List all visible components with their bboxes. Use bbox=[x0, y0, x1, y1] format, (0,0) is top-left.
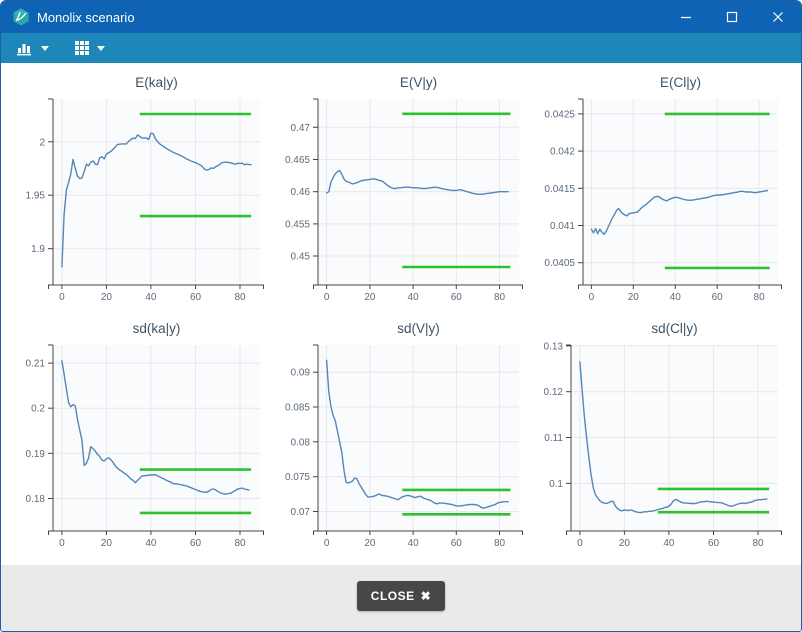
svg-text:0: 0 bbox=[577, 538, 583, 549]
svg-text:0.18: 0.18 bbox=[25, 494, 45, 505]
svg-text:0: 0 bbox=[59, 292, 65, 303]
svg-text:60: 60 bbox=[190, 292, 202, 303]
svg-text:60: 60 bbox=[451, 538, 463, 549]
monolix-logo-icon bbox=[12, 8, 30, 26]
svg-text:E(V|y): E(V|y) bbox=[400, 75, 437, 90]
monolix-scenario-window: Monolix scenario bbox=[0, 0, 802, 632]
svg-text:0.455: 0.455 bbox=[285, 219, 310, 230]
svg-text:0.11: 0.11 bbox=[545, 433, 564, 444]
svg-text:1.9: 1.9 bbox=[31, 244, 45, 255]
maximize-icon bbox=[726, 11, 738, 23]
svg-text:E(ka|y): E(ka|y) bbox=[135, 75, 178, 90]
chart-sd-ka[interactable]: 0.18 0.19 0.2 0.21 0 20 40 60 80 sd(ka|y) bbox=[16, 319, 268, 557]
svg-text:sd(V|y): sd(V|y) bbox=[397, 321, 440, 336]
svg-text:0.2: 0.2 bbox=[31, 404, 45, 415]
svg-text:80: 80 bbox=[234, 538, 246, 549]
bar-chart-icon bbox=[17, 41, 34, 56]
charts-grid: 1.91.952020406080E(ka|y) 0.450.4550.460.… bbox=[1, 63, 801, 565]
svg-text:0.45: 0.45 bbox=[291, 252, 311, 263]
svg-text:60: 60 bbox=[190, 538, 202, 549]
chart-e-ka[interactable]: 1.91.952020406080E(ka|y) bbox=[16, 73, 268, 311]
window-title: Monolix scenario bbox=[37, 10, 663, 25]
svg-text:0.19: 0.19 bbox=[25, 449, 45, 460]
svg-text:80: 80 bbox=[234, 292, 246, 303]
svg-text:sd(Cl|y): sd(Cl|y) bbox=[652, 321, 698, 336]
minimize-icon bbox=[680, 11, 692, 23]
svg-text:20: 20 bbox=[100, 292, 112, 303]
close-x-icon: ✖ bbox=[421, 589, 432, 603]
maximize-button[interactable] bbox=[709, 1, 755, 33]
svg-text:40: 40 bbox=[145, 292, 157, 303]
chart-sd-cl[interactable]: 0.1 0.11 0.12 0.13 0 20 40 60 80 sd(Cl|y) bbox=[534, 319, 786, 557]
svg-text:0.09: 0.09 bbox=[291, 368, 311, 379]
chart-canvas[interactable]: 0.45 0.455 0.46 0.465 0.47 0 20 40 60 80 E(V|y) bbox=[275, 73, 527, 311]
close-button[interactable]: CLOSE ✖ bbox=[357, 581, 445, 611]
svg-text:40: 40 bbox=[664, 538, 676, 549]
svg-text:20: 20 bbox=[100, 538, 112, 549]
svg-text:20: 20 bbox=[364, 538, 376, 549]
svg-text:0: 0 bbox=[324, 292, 330, 303]
chart-e-v[interactable]: 0.45 0.455 0.46 0.465 0.47 0 20 40 60 80 E(V|y) bbox=[275, 73, 527, 311]
chart-canvas[interactable]: 0.1 0.11 0.12 0.13 0 20 40 60 80 sd(Cl|y) bbox=[534, 319, 786, 557]
svg-text:80: 80 bbox=[494, 538, 506, 549]
chart-sd-v[interactable]: 0.07 0.075 0.08 0.085 0.09 0 20 40 60 80 sd(V|y) bbox=[275, 319, 527, 557]
close-window-button[interactable] bbox=[755, 1, 801, 33]
svg-text:40: 40 bbox=[670, 292, 682, 303]
svg-text:60: 60 bbox=[451, 292, 463, 303]
svg-text:20: 20 bbox=[628, 292, 640, 303]
svg-text:0.13: 0.13 bbox=[544, 341, 564, 352]
svg-text:0.042: 0.042 bbox=[550, 147, 575, 158]
svg-text:0: 0 bbox=[589, 292, 595, 303]
svg-text:0.21: 0.21 bbox=[25, 359, 45, 370]
svg-text:0.0425: 0.0425 bbox=[545, 109, 576, 120]
close-button-label: CLOSE bbox=[371, 589, 415, 603]
chart-canvas[interactable]: 0.18 0.19 0.2 0.21 0 20 40 60 80 sd(ka|y) bbox=[16, 319, 268, 557]
chart-canvas[interactable]: 0.07 0.075 0.08 0.085 0.09 0 20 40 60 80 sd(V|y) bbox=[275, 319, 527, 557]
chart-e-cl[interactable]: 0.0405 0.041 0.0415 0.042 0.0425 0 20 40 60 80 E(C… bbox=[534, 73, 786, 311]
svg-text:0.46: 0.46 bbox=[291, 187, 311, 198]
svg-text:0.085: 0.085 bbox=[285, 403, 310, 414]
svg-text:60: 60 bbox=[712, 292, 724, 303]
svg-text:40: 40 bbox=[408, 292, 420, 303]
svg-text:0.1: 0.1 bbox=[549, 479, 563, 490]
svg-text:0.12: 0.12 bbox=[544, 387, 564, 398]
svg-text:0.075: 0.075 bbox=[285, 472, 310, 483]
titlebar: Monolix scenario bbox=[1, 1, 801, 33]
svg-text:0.041: 0.041 bbox=[550, 221, 575, 232]
svg-text:0.07: 0.07 bbox=[291, 507, 311, 518]
svg-text:80: 80 bbox=[754, 292, 766, 303]
caret-down-icon bbox=[41, 46, 49, 51]
svg-text:80: 80 bbox=[753, 538, 765, 549]
chart-canvas[interactable]: 1.91.952020406080E(ka|y) bbox=[16, 73, 268, 311]
svg-text:0.0415: 0.0415 bbox=[545, 184, 576, 195]
grid-icon bbox=[75, 41, 90, 56]
chart-type-dropdown-button[interactable] bbox=[11, 38, 55, 59]
grid-layout-dropdown-button[interactable] bbox=[69, 38, 111, 59]
minimize-button[interactable] bbox=[663, 1, 709, 33]
svg-text:40: 40 bbox=[145, 538, 157, 549]
svg-text:60: 60 bbox=[708, 538, 720, 549]
toolbar bbox=[1, 33, 801, 63]
svg-text:0.08: 0.08 bbox=[291, 437, 311, 448]
svg-text:80: 80 bbox=[494, 292, 506, 303]
footer: CLOSE ✖ bbox=[1, 565, 801, 631]
svg-text:0.465: 0.465 bbox=[285, 155, 310, 166]
svg-text:sd(ka|y): sd(ka|y) bbox=[132, 321, 180, 336]
svg-text:E(Cl|y): E(Cl|y) bbox=[660, 75, 701, 90]
svg-text:1.95: 1.95 bbox=[25, 191, 45, 202]
svg-text:0: 0 bbox=[324, 538, 330, 549]
svg-text:20: 20 bbox=[619, 538, 631, 549]
close-icon bbox=[772, 11, 784, 23]
svg-text:2: 2 bbox=[39, 137, 45, 148]
caret-down-icon bbox=[97, 46, 105, 51]
svg-text:0.47: 0.47 bbox=[291, 123, 311, 134]
svg-text:0: 0 bbox=[59, 538, 65, 549]
svg-text:40: 40 bbox=[408, 538, 420, 549]
window-controls bbox=[663, 1, 801, 33]
svg-text:20: 20 bbox=[364, 292, 376, 303]
svg-text:0.0405: 0.0405 bbox=[545, 258, 576, 269]
chart-canvas[interactable]: 0.0405 0.041 0.0415 0.042 0.0425 0 20 40 60 80 E(C… bbox=[534, 73, 786, 311]
